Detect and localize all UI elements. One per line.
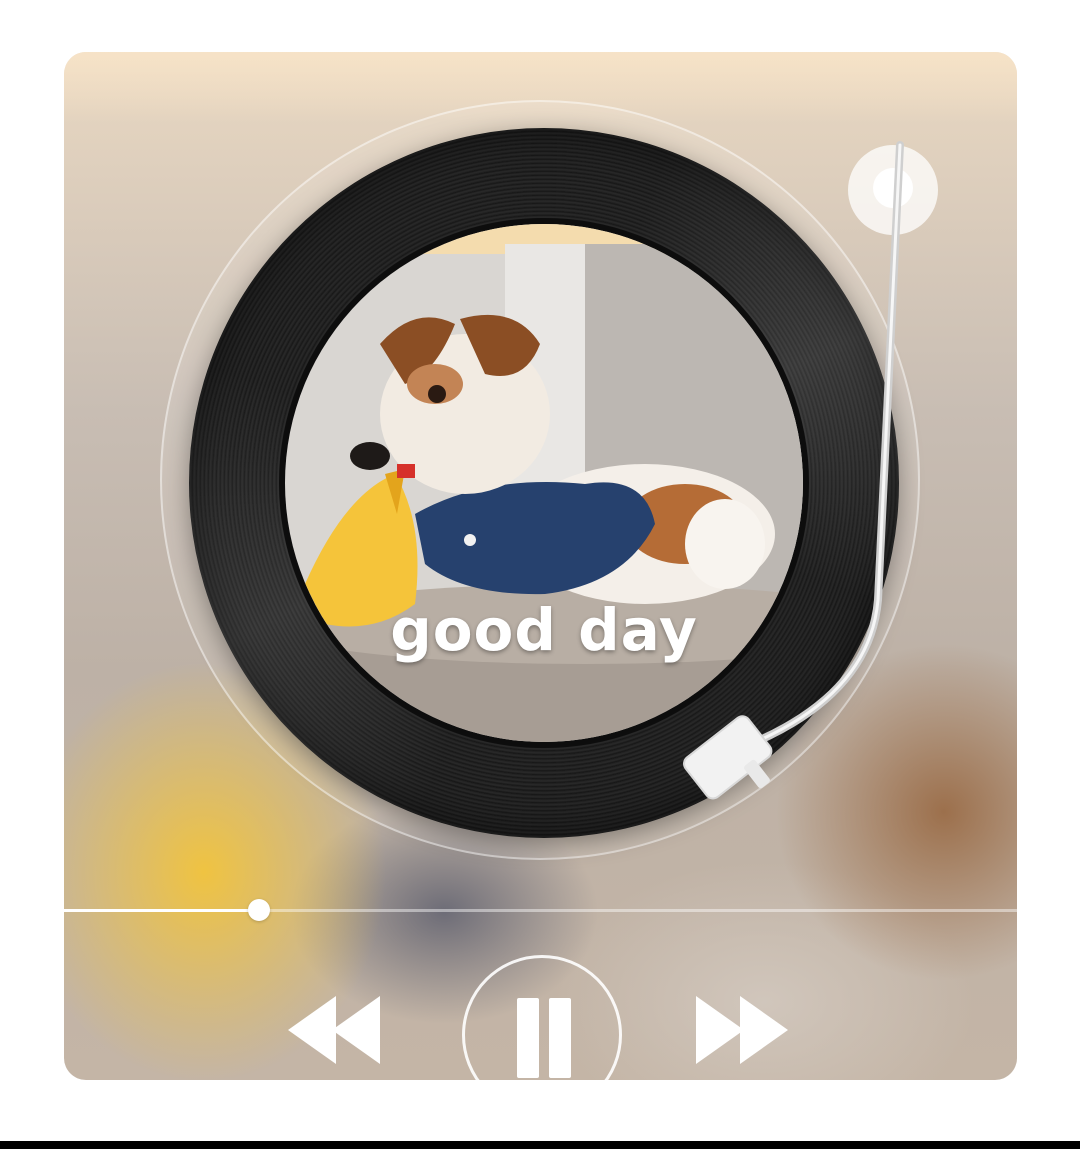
track-title: good day	[390, 596, 698, 664]
music-player-page: good day	[0, 0, 1080, 1149]
bottom-edge-bar	[0, 1141, 1080, 1149]
rewind-icon	[288, 996, 380, 1064]
album-art-image	[285, 224, 803, 742]
progress-bar[interactable]	[64, 899, 1017, 921]
pause-icon-bar-left	[517, 998, 539, 1078]
play-pause-button[interactable]	[462, 955, 622, 1115]
progress-fill	[64, 909, 260, 912]
forward-button[interactable]	[690, 990, 794, 1070]
album-cover: good day	[279, 218, 809, 748]
fast-forward-icon	[696, 996, 788, 1064]
rewind-button[interactable]	[282, 990, 386, 1070]
pause-icon-bar-right	[549, 998, 571, 1078]
